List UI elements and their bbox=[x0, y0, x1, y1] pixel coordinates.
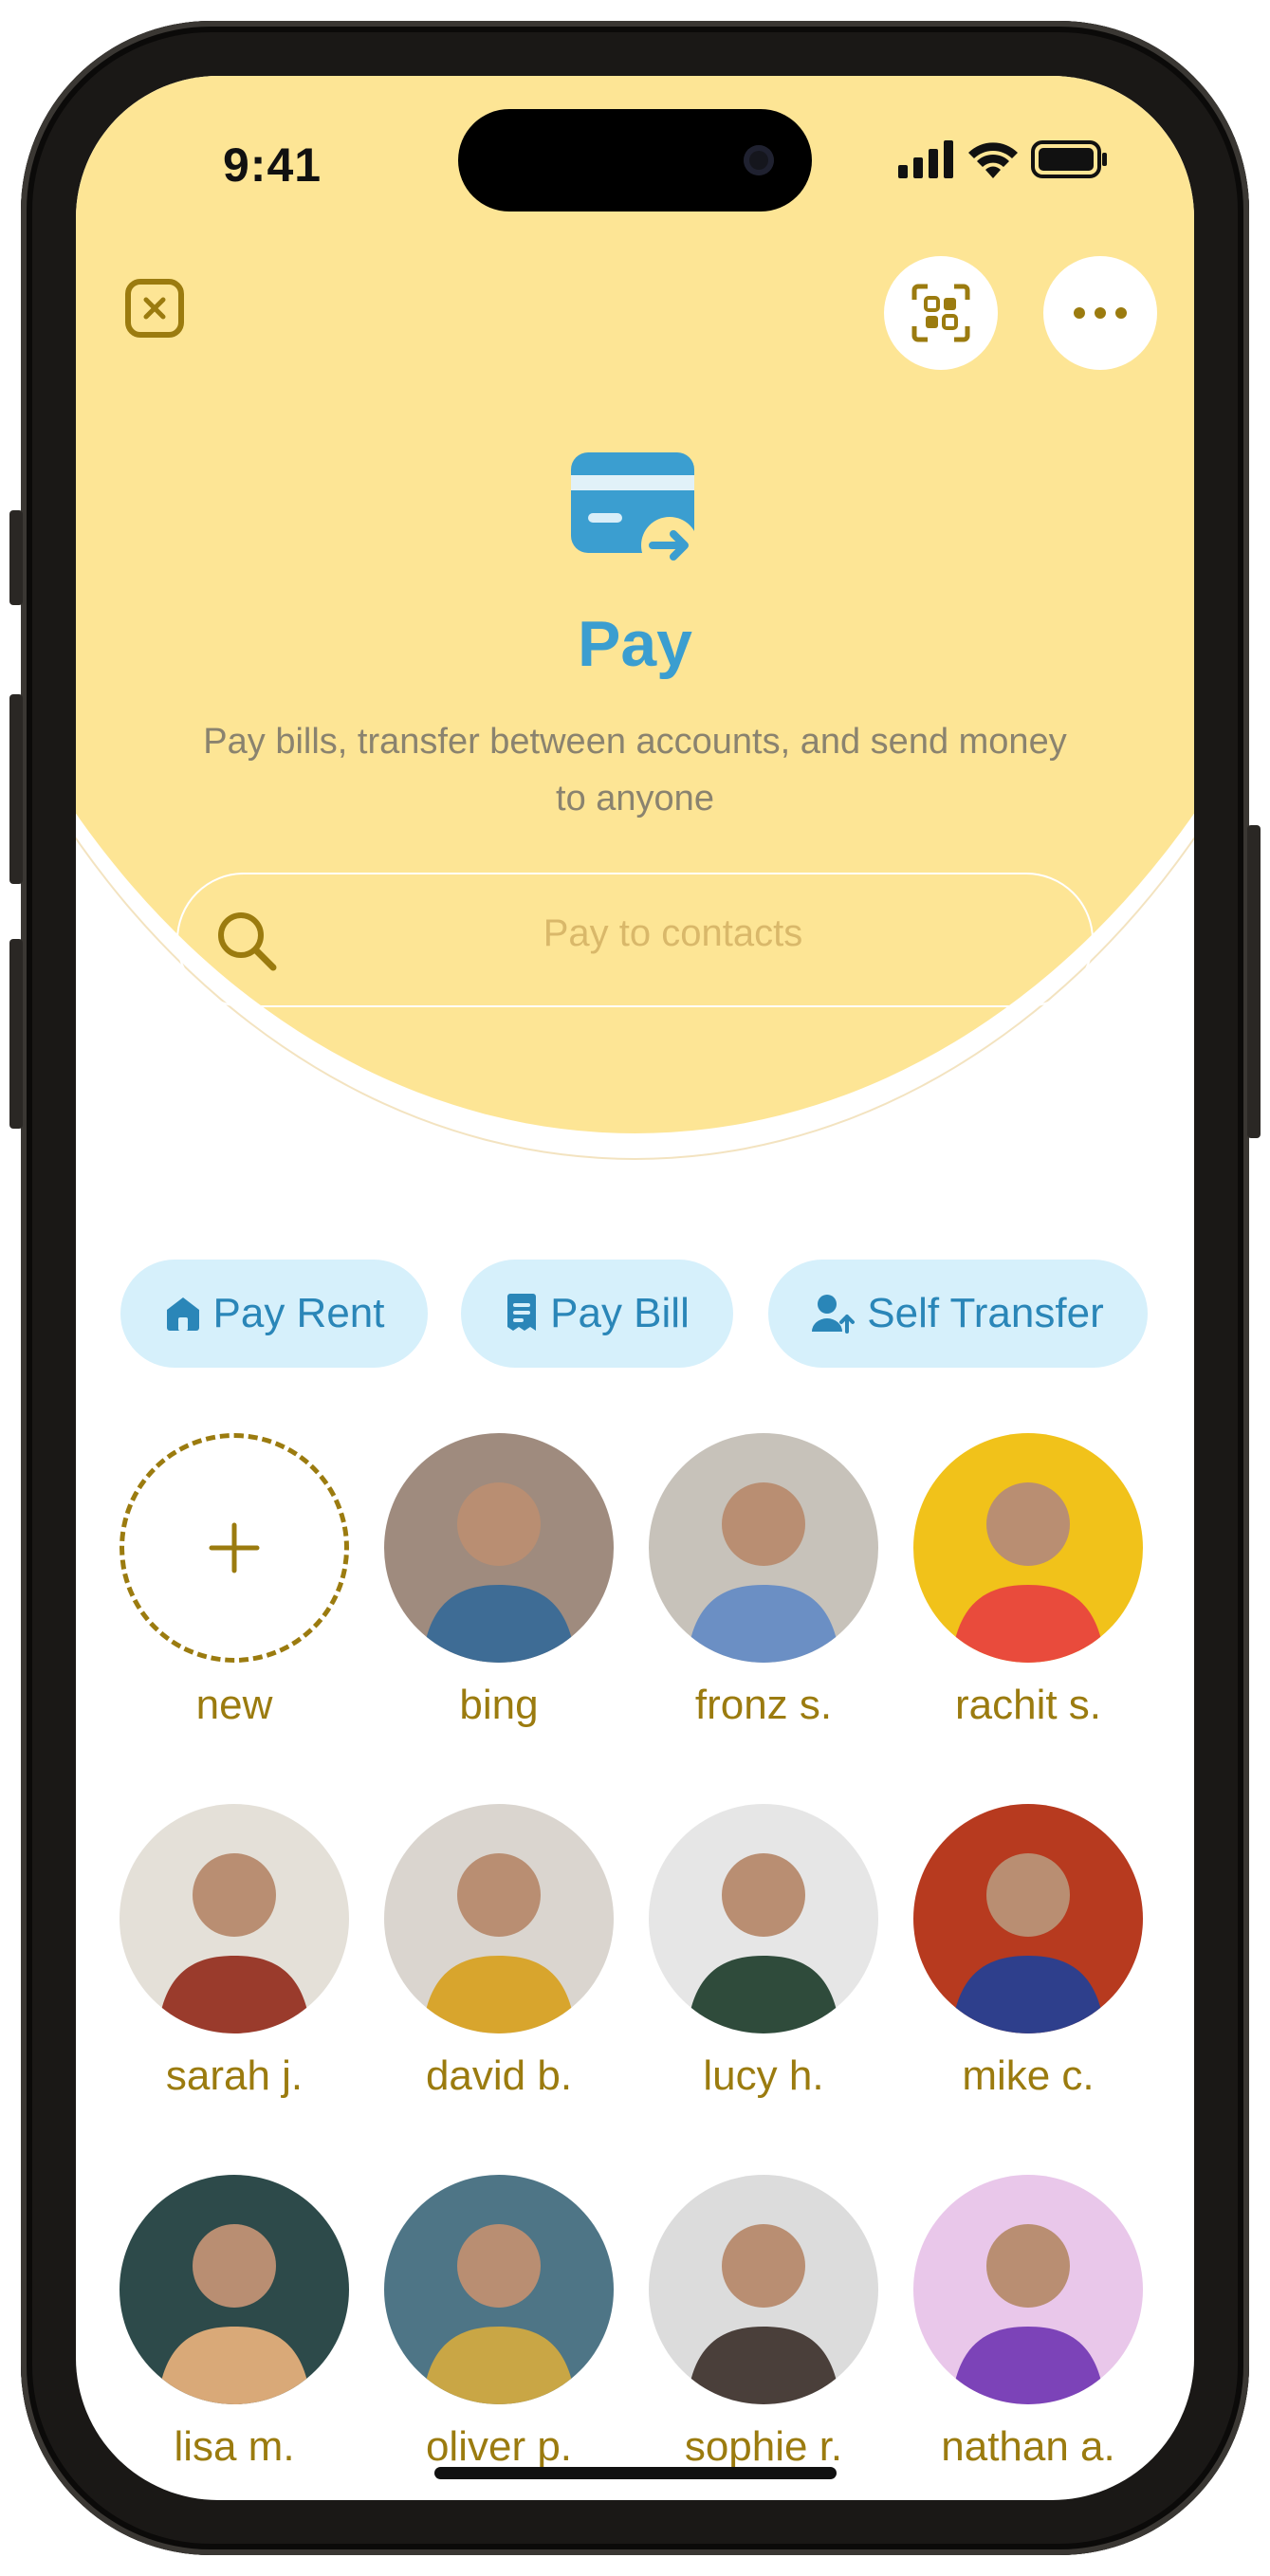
person-photo bbox=[951, 1853, 1105, 2033]
avatar[interactable] bbox=[120, 2175, 349, 2404]
person-photo bbox=[157, 2224, 311, 2404]
self-transfer-chip[interactable]: Self Transfer bbox=[768, 1260, 1148, 1368]
close-icon bbox=[143, 297, 166, 320]
contact-item[interactable]: oliver p. bbox=[384, 2175, 614, 2471]
person-photo bbox=[157, 1853, 311, 2033]
avatar[interactable] bbox=[913, 1433, 1143, 1663]
search-icon bbox=[218, 912, 277, 971]
person-photo bbox=[687, 1482, 840, 1663]
battery-icon bbox=[1031, 140, 1107, 178]
action-button bbox=[9, 510, 23, 605]
volume-up-button bbox=[9, 694, 23, 884]
contact-name: new bbox=[195, 1682, 273, 1728]
person-photo bbox=[422, 2224, 576, 2404]
dynamic-island bbox=[458, 109, 812, 212]
contact-name: oliver p. bbox=[425, 2423, 573, 2470]
signal-icon bbox=[898, 140, 953, 178]
avatar[interactable] bbox=[384, 2175, 614, 2404]
contact-name: mike c. bbox=[962, 2052, 1095, 2099]
self-transfer-label: Self Transfer bbox=[867, 1290, 1104, 1336]
contact-name: rachit s. bbox=[954, 1682, 1102, 1728]
pay-rent-chip[interactable]: Pay Rent bbox=[120, 1260, 428, 1368]
add-contact-button[interactable] bbox=[120, 1433, 349, 1663]
volume-down-button bbox=[9, 939, 23, 1129]
contact-name: david b. bbox=[425, 2052, 573, 2099]
scan-icon bbox=[911, 284, 970, 342]
plus-icon bbox=[209, 1522, 260, 1573]
camera-icon bbox=[744, 145, 774, 175]
more-button[interactable] bbox=[1043, 256, 1157, 370]
screen: 9:41 Pay Pay bills, transfer between acc… bbox=[76, 76, 1194, 2500]
more-icon bbox=[1074, 307, 1127, 319]
contact-item[interactable]: fronz s. bbox=[649, 1433, 878, 1729]
person-photo bbox=[422, 1482, 576, 1663]
avatar[interactable] bbox=[913, 1804, 1143, 2033]
avatar[interactable] bbox=[120, 1804, 349, 2033]
contact-name: nathan a. bbox=[941, 2423, 1115, 2470]
status-icons bbox=[898, 140, 1109, 178]
avatar[interactable] bbox=[649, 1804, 878, 2033]
person-photo bbox=[422, 1853, 576, 2033]
avatar[interactable] bbox=[384, 1433, 614, 1663]
status-time: 9:41 bbox=[223, 138, 322, 192]
avatar[interactable] bbox=[913, 2175, 1143, 2404]
contact-item[interactable]: rachit s. bbox=[913, 1433, 1143, 1729]
person-photo bbox=[951, 1482, 1105, 1663]
page-title: Pay bbox=[578, 608, 692, 680]
avatar[interactable] bbox=[649, 1433, 878, 1663]
contact-name: sarah j. bbox=[165, 2052, 304, 2099]
contact-item[interactable]: nathan a. bbox=[913, 2175, 1143, 2471]
home-indicator bbox=[434, 2467, 837, 2479]
wifi-icon bbox=[968, 142, 1018, 178]
person-photo bbox=[687, 2224, 840, 2404]
home-icon bbox=[166, 1297, 199, 1331]
scan-button[interactable] bbox=[884, 256, 998, 370]
contact-name: lucy h. bbox=[703, 2052, 824, 2099]
search-input[interactable]: Pay to contacts bbox=[176, 873, 1094, 1007]
pay-bill-label: Pay Bill bbox=[550, 1290, 690, 1336]
pay-bill-chip[interactable]: Pay Bill bbox=[461, 1260, 733, 1368]
contact-name: fronz s. bbox=[694, 1682, 833, 1728]
page-subtitle: Pay bills, transfer between accounts, an… bbox=[203, 722, 1067, 819]
contact-item[interactable]: lisa m. bbox=[120, 2175, 349, 2471]
card-transfer-icon bbox=[571, 452, 698, 574]
search-placeholder: Pay to contacts bbox=[543, 912, 803, 954]
contact-item[interactable]: sarah j. bbox=[120, 1804, 349, 2100]
contact-name: lisa m. bbox=[174, 2423, 295, 2470]
receipt-icon bbox=[507, 1294, 537, 1331]
contact-item[interactable]: mike c. bbox=[913, 1804, 1143, 2100]
avatar[interactable] bbox=[649, 2175, 878, 2404]
contact-item[interactable]: david b. bbox=[384, 1804, 614, 2100]
contact-name: bing bbox=[459, 1682, 539, 1728]
contact-item[interactable]: sophie r. bbox=[649, 2175, 878, 2471]
close-button[interactable] bbox=[125, 279, 184, 338]
pay-rent-label: Pay Rent bbox=[212, 1290, 385, 1336]
person-photo bbox=[687, 1853, 840, 2033]
contact-item[interactable]: bing bbox=[384, 1433, 614, 1729]
power-button bbox=[1247, 825, 1261, 1138]
contact-new[interactable]: new bbox=[120, 1433, 349, 1729]
contact-name: sophie r. bbox=[684, 2423, 843, 2470]
contact-item[interactable]: lucy h. bbox=[649, 1804, 878, 2100]
avatar[interactable] bbox=[384, 1804, 614, 2033]
person-photo bbox=[951, 2224, 1105, 2404]
user-transfer-icon bbox=[812, 1295, 856, 1334]
